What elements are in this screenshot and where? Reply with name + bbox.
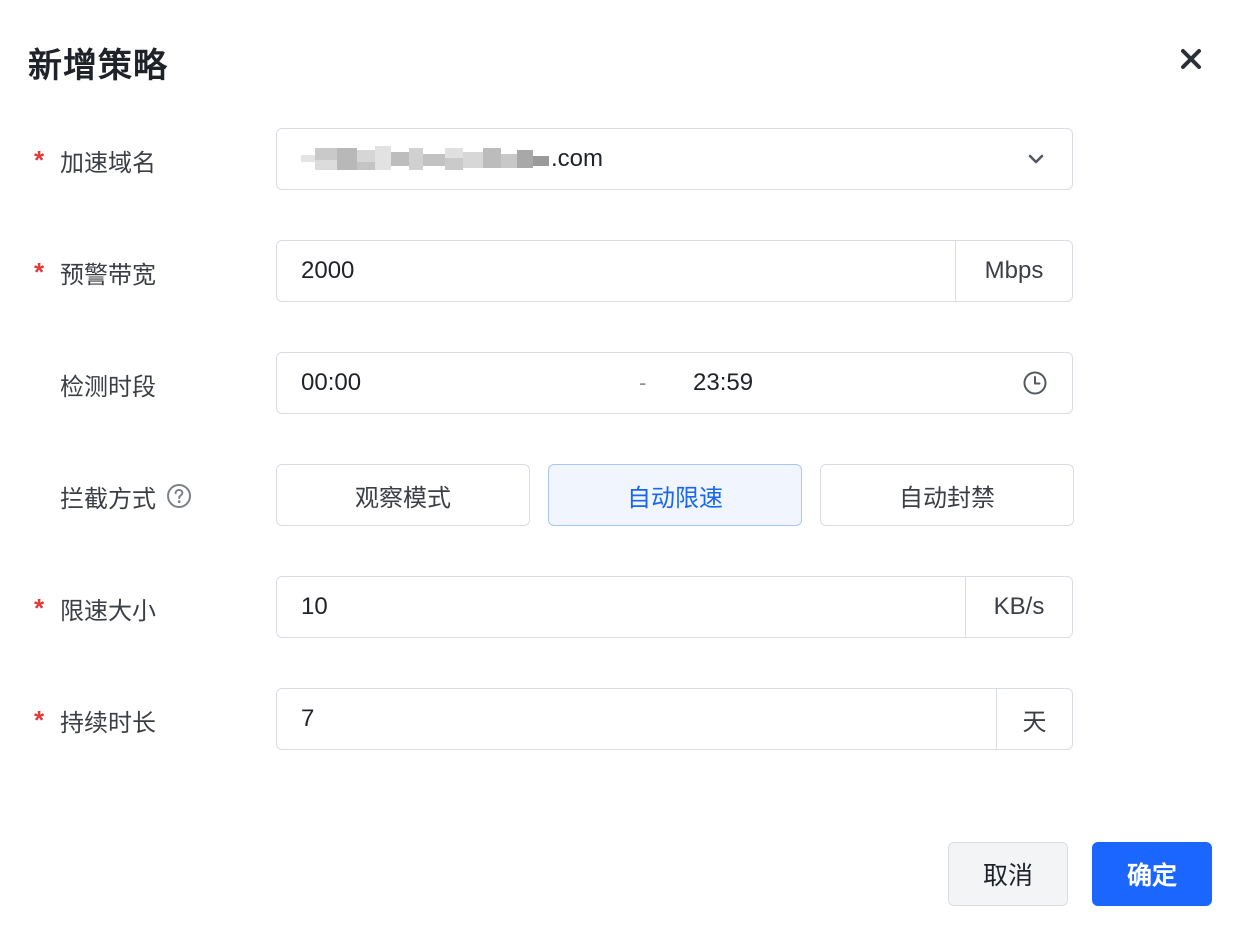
- cancel-button[interactable]: 取消: [948, 842, 1068, 906]
- block-mode-label-group: 拦截方式: [60, 464, 192, 528]
- help-circle-icon[interactable]: [166, 483, 192, 509]
- confirm-button[interactable]: 确定: [1092, 842, 1212, 906]
- domain-select[interactable]: .com: [276, 128, 1073, 190]
- block-mode-option-observe[interactable]: 观察模式: [276, 464, 530, 526]
- block-mode-option-auto-ban[interactable]: 自动封禁: [820, 464, 1074, 526]
- limit-size-unit: KB/s: [965, 577, 1072, 637]
- end-time-input[interactable]: 23:59: [693, 353, 753, 413]
- form-row-alert-bandwidth: * 预警带宽 2000 Mbps: [0, 240, 1242, 304]
- form-row-detect-period: 检测时段 00:00 - 23:59: [0, 352, 1242, 416]
- domain-label: 加速域名: [60, 149, 156, 177]
- alert-bandwidth-unit: Mbps: [955, 241, 1072, 301]
- block-mode-option-auto-limit[interactable]: 自动限速: [548, 464, 802, 526]
- duration-input[interactable]: 7: [301, 689, 314, 749]
- domain-suffix: .com: [551, 145, 604, 172]
- limit-size-input[interactable]: 10: [301, 577, 328, 637]
- detect-period-label: 检测时段: [60, 373, 156, 401]
- clock-icon: [1022, 353, 1048, 413]
- add-policy-dialog: 新增策略 * 加速域名 .com * 预警带宽 2000 Mbps 检测时段 0…: [0, 0, 1242, 928]
- limit-size-field: 10 KB/s: [276, 576, 1073, 638]
- required-mark: *: [34, 144, 45, 175]
- duration-field: 7 天: [276, 688, 1073, 750]
- form-row-duration: * 持续时长 7 天: [0, 688, 1242, 752]
- limit-size-label: 限速大小: [60, 597, 156, 625]
- range-separator: -: [639, 370, 647, 395]
- redacted-domain: [301, 146, 549, 172]
- close-icon: [1180, 48, 1202, 75]
- start-time-input[interactable]: 00:00: [301, 353, 361, 413]
- time-range-picker[interactable]: 00:00 - 23:59: [276, 352, 1073, 414]
- alert-bandwidth-label: 预警带宽: [60, 261, 156, 289]
- form-row-limit-size: * 限速大小 10 KB/s: [0, 576, 1242, 640]
- chevron-down-icon: [1026, 129, 1046, 189]
- alert-bandwidth-input[interactable]: 2000: [301, 241, 354, 301]
- alert-bandwidth-field: 2000 Mbps: [276, 240, 1073, 302]
- close-button[interactable]: [1174, 44, 1208, 78]
- duration-unit: 天: [996, 689, 1072, 749]
- required-mark: *: [34, 592, 45, 623]
- block-mode-label: 拦截方式: [60, 485, 156, 513]
- dialog-title: 新增策略: [28, 47, 168, 85]
- form-row-block-mode: 拦截方式 观察模式 自动限速 自动封禁: [0, 464, 1242, 528]
- required-mark: *: [34, 256, 45, 287]
- duration-label: 持续时长: [60, 709, 156, 737]
- form-row-domain: * 加速域名 .com: [0, 128, 1242, 192]
- required-mark: *: [34, 704, 45, 735]
- domain-value: .com: [301, 129, 603, 189]
